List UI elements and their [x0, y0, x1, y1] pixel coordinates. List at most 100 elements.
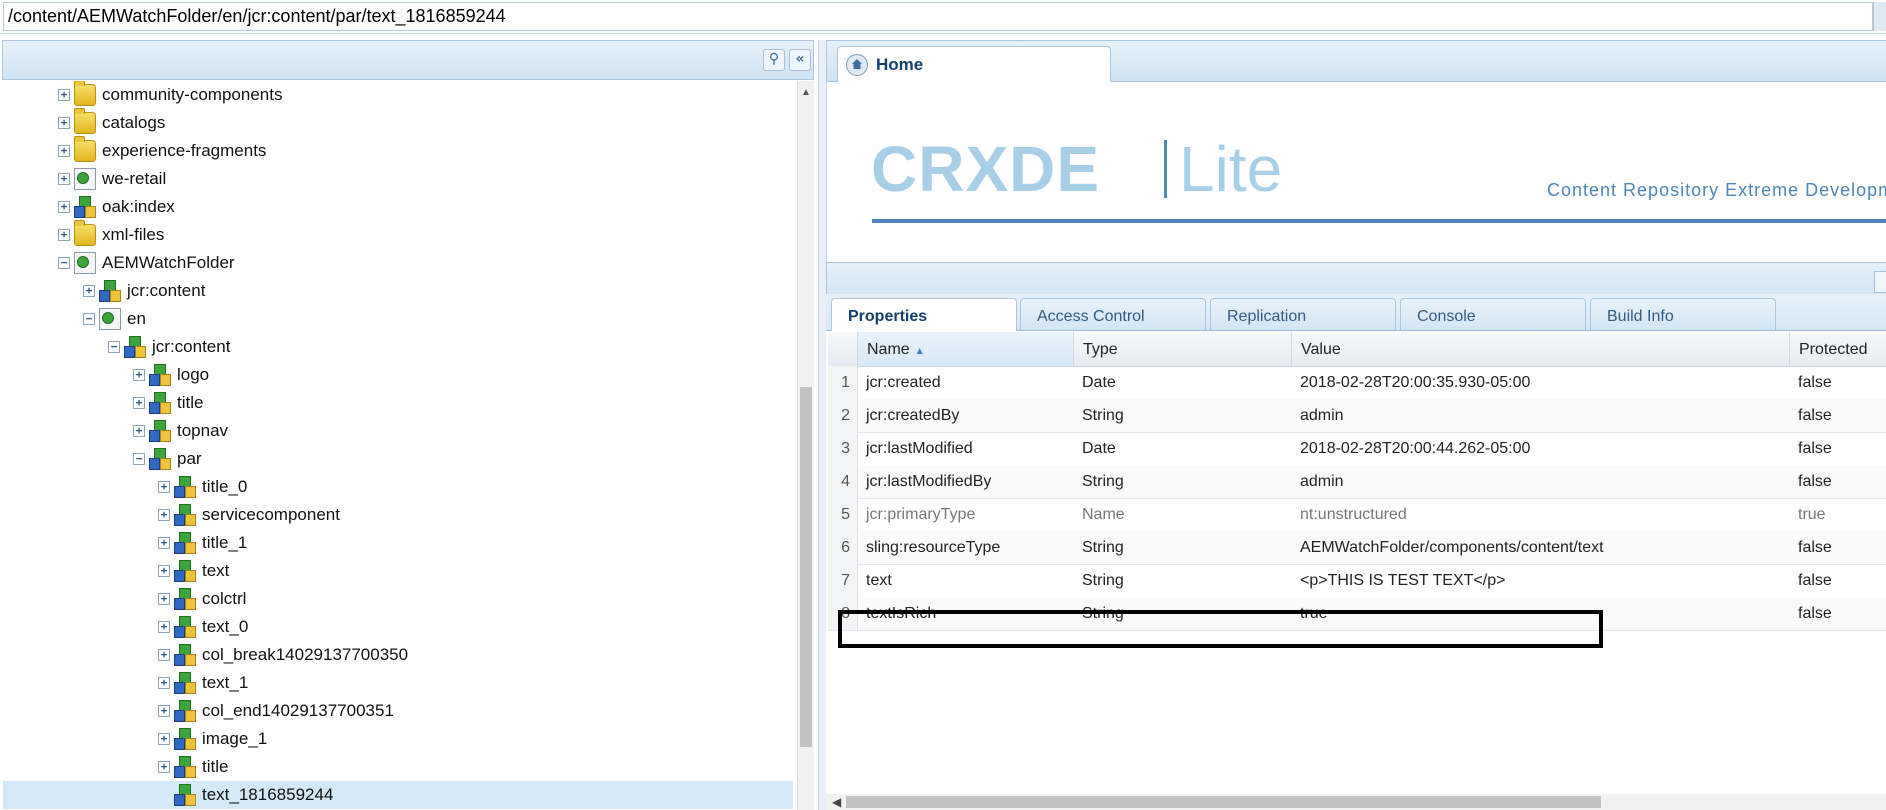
expand-node-icon[interactable]: +: [158, 537, 170, 549]
tree-node[interactable]: − en: [83, 305, 146, 333]
tab-home[interactable]: Home: [837, 46, 1111, 83]
expand-node-icon[interactable]: +: [158, 509, 170, 521]
property-row[interactable]: 3 jcr:lastModified Date 2018-02-28T20:00:44…: [828, 432, 1886, 466]
collapse-node-icon[interactable]: −: [58, 257, 70, 269]
component-node-icon: [174, 588, 196, 610]
property-row[interactable]: 2 jcr:createdBy String admin false: [828, 399, 1886, 433]
tree-node[interactable]: + text_0: [158, 613, 248, 641]
tree-node[interactable]: + experience-fragments: [58, 136, 266, 165]
collapse-node-icon[interactable]: −: [108, 341, 120, 353]
tab-replication[interactable]: Replication: [1210, 298, 1396, 330]
tree-node[interactable]: + colctrl: [158, 585, 246, 613]
tree-node[interactable]: + text: [158, 557, 229, 585]
binoculars-icon[interactable]: ⚲: [763, 49, 785, 71]
tab-console[interactable]: Console: [1400, 298, 1586, 330]
expand-node-icon[interactable]: +: [158, 733, 170, 745]
expand-node-icon[interactable]: +: [158, 593, 170, 605]
expand-node-icon[interactable]: +: [58, 89, 70, 101]
column-name[interactable]: Name ▲: [858, 332, 1074, 366]
tree-node-label: topnav: [177, 421, 229, 440]
tree-node[interactable]: + servicecomponent: [158, 501, 340, 529]
page-icon: [74, 252, 96, 274]
expand-node-icon[interactable]: +: [133, 425, 145, 437]
tree-node[interactable]: + jcr:content: [83, 277, 205, 305]
expand-node-icon[interactable]: +: [133, 369, 145, 381]
tree-node[interactable]: + oak:index: [58, 193, 175, 221]
property-row[interactable]: 4 jcr:lastModifiedBy String admin false: [828, 465, 1886, 499]
column-protected[interactable]: Protected: [1790, 332, 1886, 366]
collapse-node-icon[interactable]: −: [133, 453, 145, 465]
panel-splitter[interactable]: [818, 40, 826, 810]
tree-node[interactable]: +text_1816859244: [3, 781, 793, 809]
collapse-left-icon[interactable]: «: [789, 49, 811, 71]
component-node-icon: [149, 392, 171, 414]
folder-icon: [74, 136, 96, 162]
expand-node-icon[interactable]: +: [158, 565, 170, 577]
tree-node[interactable]: + logo: [133, 361, 209, 389]
expand-node-icon[interactable]: +: [133, 397, 145, 409]
tree-scrollbar[interactable]: ▲: [797, 81, 814, 810]
cell-type: String: [1082, 473, 1124, 490]
expand-node-icon[interactable]: +: [158, 705, 170, 717]
tree-scroll-thumb[interactable]: [800, 387, 812, 747]
scroll-up-icon[interactable]: ▲: [798, 87, 814, 98]
tree-node[interactable]: + image_1: [158, 725, 267, 753]
expand-node-icon[interactable]: +: [158, 481, 170, 493]
page-icon: [74, 168, 96, 190]
collapse-panel-icon[interactable]: [1874, 271, 1886, 293]
tree-node-label: AEMWatchFolder: [102, 253, 235, 272]
tree-node[interactable]: + title_1: [158, 529, 247, 557]
cell-name: jcr:lastModifiedBy: [866, 473, 992, 490]
tree-node-label: col_end14029137700351: [202, 701, 394, 720]
expand-node-icon[interactable]: +: [158, 761, 170, 773]
tree-node-label: jcr:content: [127, 281, 206, 300]
expand-node-icon[interactable]: +: [158, 677, 170, 689]
tree-node[interactable]: + we-retail: [58, 165, 166, 193]
expand-node-icon[interactable]: +: [158, 649, 170, 661]
path-scroll-stub[interactable]: [1873, 2, 1886, 31]
component-node-icon: [149, 420, 171, 442]
tab-build-info[interactable]: Build Info: [1590, 298, 1776, 330]
property-row[interactable]: 5 jcr:primaryType Name nt:unstructured true: [828, 498, 1886, 532]
tree-node-label: text: [202, 561, 230, 580]
tree-node[interactable]: + col_break14029137700350: [158, 641, 408, 669]
tree-node[interactable]: + col_end14029137700351: [158, 697, 394, 725]
tree-node[interactable]: + community-components: [58, 81, 282, 109]
tree-node[interactable]: + title_0: [158, 473, 247, 501]
row-number: 7: [828, 564, 858, 597]
cell-protected: false: [1798, 572, 1832, 589]
property-row[interactable]: 7 text String <p>THIS IS TEST TEXT</p> false: [828, 564, 1886, 598]
column-value[interactable]: Value: [1292, 332, 1790, 366]
expand-node-icon[interactable]: +: [58, 229, 70, 241]
expand-node-icon[interactable]: +: [83, 285, 95, 297]
column-type[interactable]: Type: [1074, 332, 1292, 366]
tab-properties[interactable]: Properties: [831, 298, 1017, 331]
tree-node[interactable]: + xml-files: [58, 220, 164, 249]
expand-node-icon[interactable]: +: [58, 173, 70, 185]
grid-scroll-thumb[interactable]: [846, 796, 1601, 808]
tab-access-control[interactable]: Access Control: [1020, 298, 1206, 330]
tree-node[interactable]: + title: [158, 753, 228, 781]
path-input[interactable]: [3, 2, 1873, 31]
expand-node-icon[interactable]: +: [58, 201, 70, 213]
cell-protected: false: [1798, 605, 1832, 622]
logo-crx-text: CRXDE: [871, 133, 1101, 205]
property-row[interactable]: 6 sling:resourceType String AEMWatchFolder/…: [828, 531, 1886, 565]
expand-node-icon[interactable]: +: [158, 621, 170, 633]
expand-node-icon[interactable]: +: [58, 145, 70, 157]
tree-node[interactable]: + topnav: [133, 417, 228, 445]
grid-scroll-left-icon[interactable]: ◀: [832, 795, 841, 809]
tree-node[interactable]: + title: [133, 389, 203, 417]
cell-protected: false: [1798, 374, 1832, 391]
tree-node[interactable]: − jcr:content: [108, 333, 230, 361]
grid-scrollbar[interactable]: ◀: [826, 794, 1886, 810]
tree-node[interactable]: − par: [133, 445, 202, 473]
collapse-node-icon[interactable]: −: [83, 313, 95, 325]
expand-node-icon[interactable]: +: [58, 117, 70, 129]
tree-node[interactable]: − AEMWatchFolder: [58, 249, 235, 277]
property-row[interactable]: 1 jcr:created Date 2018-02-28T20:00:35.930-…: [828, 366, 1886, 400]
tree-node-label: image_1: [202, 729, 268, 748]
logo-lite-text: Lite: [1179, 133, 1283, 205]
tree-node[interactable]: + text_1: [158, 669, 248, 697]
tree-node[interactable]: + catalogs: [58, 108, 165, 137]
